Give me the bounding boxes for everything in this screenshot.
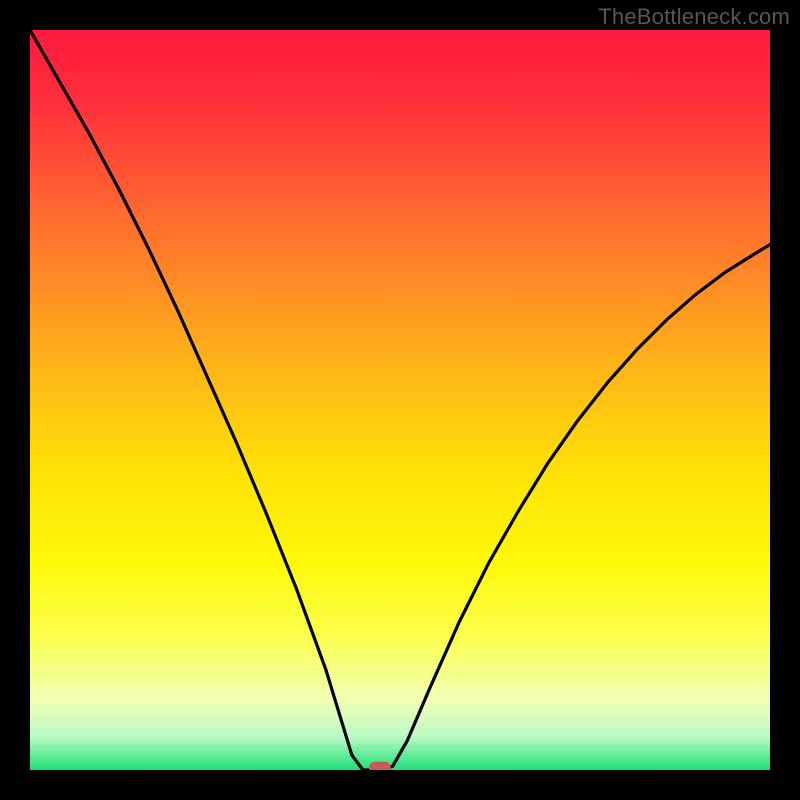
watermark-text: TheBottleneck.com bbox=[598, 4, 790, 30]
gradient-background bbox=[30, 30, 770, 770]
bottleneck-chart bbox=[30, 30, 770, 770]
optimal-marker bbox=[369, 762, 391, 770]
chart-frame: TheBottleneck.com bbox=[0, 0, 800, 800]
